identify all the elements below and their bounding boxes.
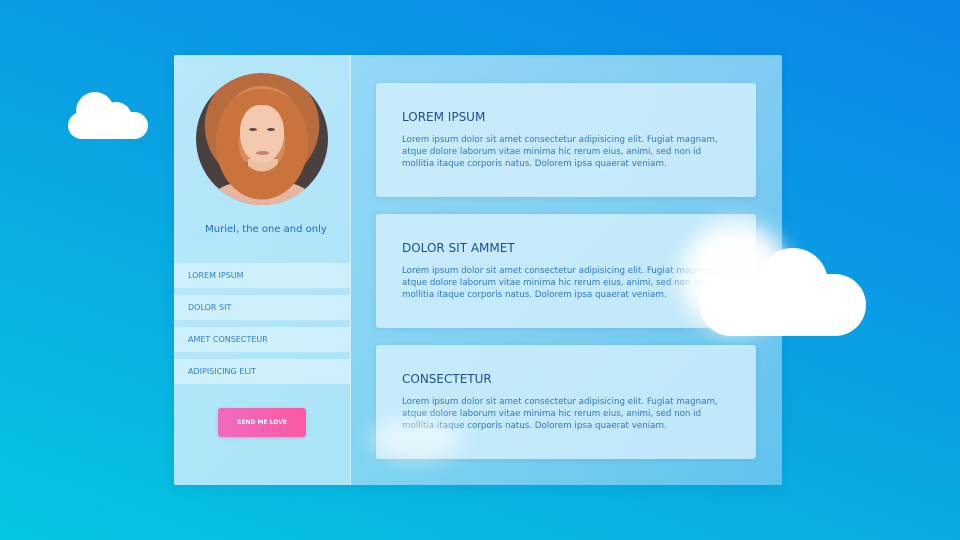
send-love-button[interactable]: SEND ME LOVE xyxy=(218,408,306,437)
cloud-right-icon xyxy=(700,248,866,336)
profile-name: Muriel, the one and only xyxy=(205,224,327,235)
sidebar: Muriel, the one and only LOREM IPSUM DOL… xyxy=(174,55,351,485)
sidebar-item-adipisicing-elit[interactable]: ADIPISICING ELIT xyxy=(174,359,350,384)
panel-title: DOLOR SIT AMMET xyxy=(402,241,515,255)
content-panel: LOREM IPSUM Lorem ipsum dolor sit amet c… xyxy=(376,83,756,197)
sidebar-item-dolor-sit[interactable]: DOLOR SIT xyxy=(174,295,350,320)
sidebar-nav: LOREM IPSUM DOLOR SIT AMET CONSECTEUR AD… xyxy=(174,263,350,391)
avatar xyxy=(196,73,328,205)
sidebar-item-amet-consecteur[interactable]: AMET CONSECTEUR xyxy=(174,327,350,352)
panel-title: LOREM IPSUM xyxy=(402,110,486,124)
sidebar-item-lorem-ipsum[interactable]: LOREM IPSUM xyxy=(174,263,350,288)
panel-title: CONSECTETUR xyxy=(402,372,492,386)
cloud-left-icon xyxy=(68,92,148,139)
cloud-wisp-icon xyxy=(372,418,462,460)
panel-body: Lorem ipsum dolor sit amet consectetur a… xyxy=(402,135,718,169)
